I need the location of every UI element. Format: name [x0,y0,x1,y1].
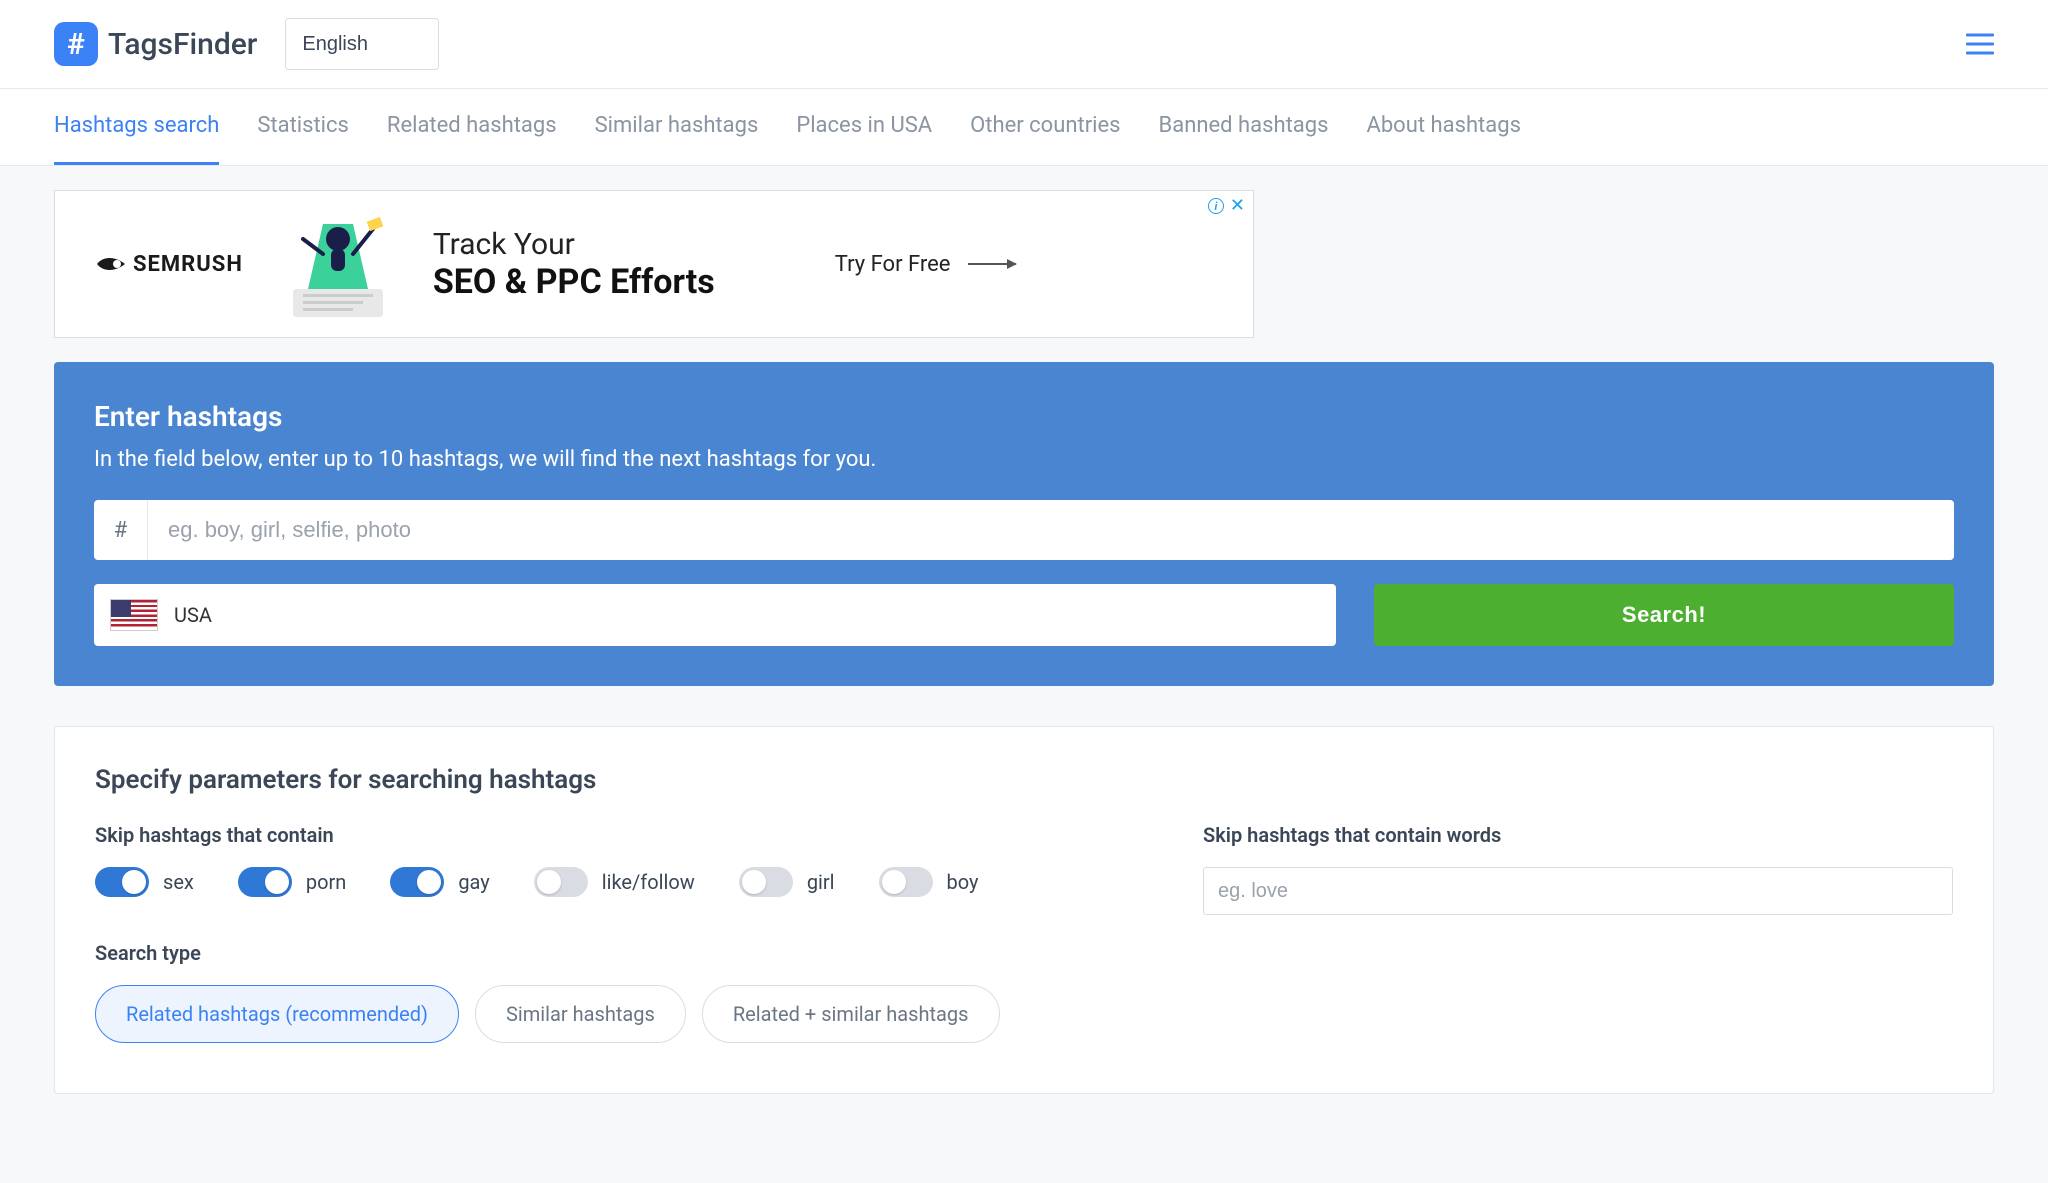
toggle-sex: sex [95,867,194,897]
nav-item-statistics[interactable]: Statistics [257,89,349,165]
toggle-switch-like-follow[interactable] [534,867,588,897]
skip-words-heading: Skip hashtags that contain words [1203,823,1953,847]
nav-item-related-hashtags[interactable]: Related hashtags [387,89,557,165]
toggle-label: girl [807,870,835,894]
country-label: USA [174,603,212,627]
toggle-switch-sex[interactable] [95,867,149,897]
hashtag-logo-icon: # [54,22,98,66]
hashtag-input-group: # [94,500,1954,560]
params-panel: Specify parameters for searching hashtag… [54,726,1994,1094]
search-button[interactable]: Search! [1374,584,1954,646]
skip-contain-heading: Skip hashtags that contain [95,823,1083,847]
toggle-porn: porn [238,867,346,897]
ad-cta[interactable]: Try For Free [835,252,1017,277]
toggle-switch-gay[interactable] [390,867,444,897]
logo[interactable]: # TagsFinder [54,22,257,66]
search-type-pills: Related hashtags (recommended) Similar ha… [95,985,1083,1043]
toggle-switch-girl[interactable] [739,867,793,897]
skip-words-input[interactable] [1203,867,1953,915]
search-type-pill-2[interactable]: Related + similar hashtags [702,985,1000,1043]
toggle-like-follow: like/follow [534,867,695,897]
toggle-gay: gay [390,867,489,897]
search-row2: USA Search! [94,584,1954,646]
toggles-row: sex porn gay like/follow girl boy [95,867,1083,897]
nav-item-banned-hashtags[interactable]: Banned hashtags [1159,89,1329,165]
ad-brand-text: SEMRUSH [133,252,243,277]
top-bar: # TagsFinder English [0,0,2048,88]
usa-flag-icon [110,599,158,631]
country-select[interactable]: USA [94,584,1336,646]
hashtag-input[interactable] [148,500,1954,560]
semrush-logo-icon [95,254,127,274]
toggle-boy: boy [879,867,979,897]
search-type-pill-1[interactable]: Similar hashtags [475,985,686,1043]
search-panel-subtitle: In the field below, enter up to 10 hasht… [94,447,1954,472]
search-type-heading: Search type [95,941,1083,965]
search-type-pill-0[interactable]: Related hashtags (recommended) [95,985,459,1043]
params-right: Skip hashtags that contain words [1203,823,1953,1043]
ad-illustration-icon [273,204,403,324]
toggle-girl: girl [739,867,835,897]
nav-item-about-hashtags[interactable]: About hashtags [1366,89,1520,165]
toggle-label: porn [306,870,346,894]
nav-item-hashtags-search[interactable]: Hashtags search [54,89,219,165]
nav-item-places-in-usa[interactable]: Places in USA [796,89,932,165]
search-panel: Enter hashtags In the field below, enter… [54,362,1994,686]
ad-banner[interactable]: SEMRUSH Track Your SEO & PPC Efforts Try… [54,190,1254,338]
arrow-right-icon [968,263,1016,265]
ad-cta-label: Try For Free [835,252,951,277]
toggle-switch-porn[interactable] [238,867,292,897]
language-select[interactable]: English [285,18,439,70]
params-title: Specify parameters for searching hashtag… [95,765,1953,795]
toggle-label: like/follow [602,870,695,894]
page-content: SEMRUSH Track Your SEO & PPC Efforts Try… [0,166,2048,1118]
toggle-label: sex [163,870,194,894]
toggle-switch-boy[interactable] [879,867,933,897]
logo-text: TagsFinder [108,27,257,62]
nav-item-similar-hashtags[interactable]: Similar hashtags [595,89,759,165]
ad-badges: i ✕ [1208,197,1245,215]
search-panel-title: Enter hashtags [94,400,1954,433]
ad-headline1: Track Your [433,227,715,262]
main-nav: Hashtags search Statistics Related hashtag… [0,88,2048,166]
params-left: Skip hashtags that contain sex porn gay lik… [95,823,1083,1043]
toggle-label: boy [947,870,979,894]
hash-prefix-icon: # [94,500,148,560]
ad-info-icon[interactable]: i [1208,198,1224,214]
ad-headline2: SEO & PPC Efforts [433,262,715,302]
ad-text: Track Your SEO & PPC Efforts [433,227,715,302]
toggle-label: gay [458,870,489,894]
nav-item-other-countries[interactable]: Other countries [970,89,1120,165]
ad-close-icon[interactable]: ✕ [1230,197,1245,215]
hamburger-menu-icon[interactable] [1966,34,1994,55]
ad-brand: SEMRUSH [95,252,243,277]
